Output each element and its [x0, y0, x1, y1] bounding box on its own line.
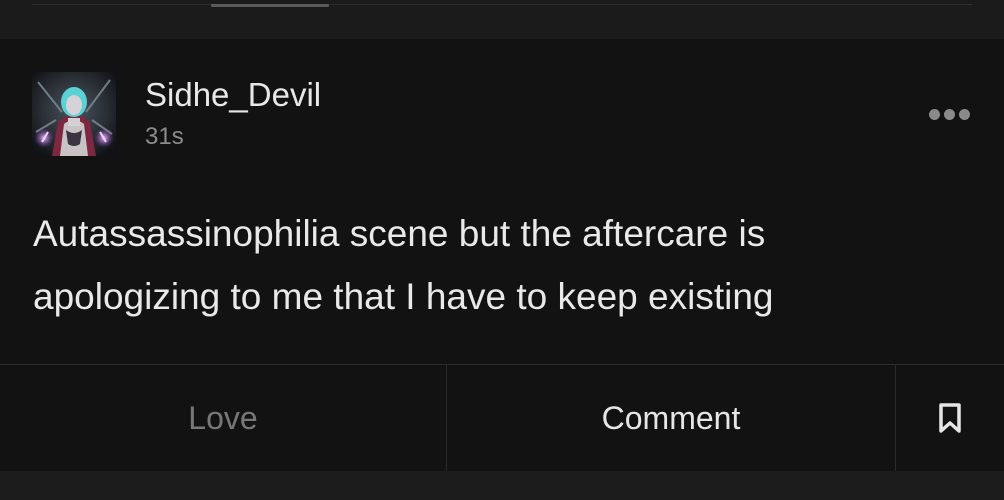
- bookmark-icon: [939, 403, 961, 433]
- post-body-line: apologizing to me that I have to keep ex…: [33, 276, 774, 317]
- more-dot: [958, 108, 970, 120]
- bottom-strip: [0, 471, 1004, 500]
- love-button[interactable]: Love: [0, 365, 447, 471]
- post-action-bar: Love Comment: [0, 364, 1004, 471]
- comment-button-label: Comment: [601, 399, 741, 436]
- post-card: Sidhe_Devil 31s Autassassinophilia scene…: [0, 39, 1004, 471]
- avatar[interactable]: [32, 72, 116, 156]
- post-body: Autassassinophilia scene but the afterca…: [33, 202, 933, 328]
- top-nav-strip: [0, 0, 1004, 39]
- comment-button[interactable]: Comment: [447, 365, 896, 471]
- more-dot: [928, 108, 940, 120]
- post-timestamp: 31s: [145, 123, 184, 150]
- author-username[interactable]: Sidhe_Devil: [145, 76, 321, 114]
- avatar-image: [32, 72, 116, 156]
- bookmark-button[interactable]: [896, 365, 1004, 471]
- active-tab-indicator: [211, 4, 329, 7]
- post-body-line: Autassassinophilia scene but the afterca…: [33, 213, 766, 254]
- love-button-label: Love: [188, 399, 258, 436]
- more-options-icon[interactable]: [922, 101, 976, 127]
- more-dot: [943, 108, 955, 120]
- tab-divider: [32, 4, 972, 5]
